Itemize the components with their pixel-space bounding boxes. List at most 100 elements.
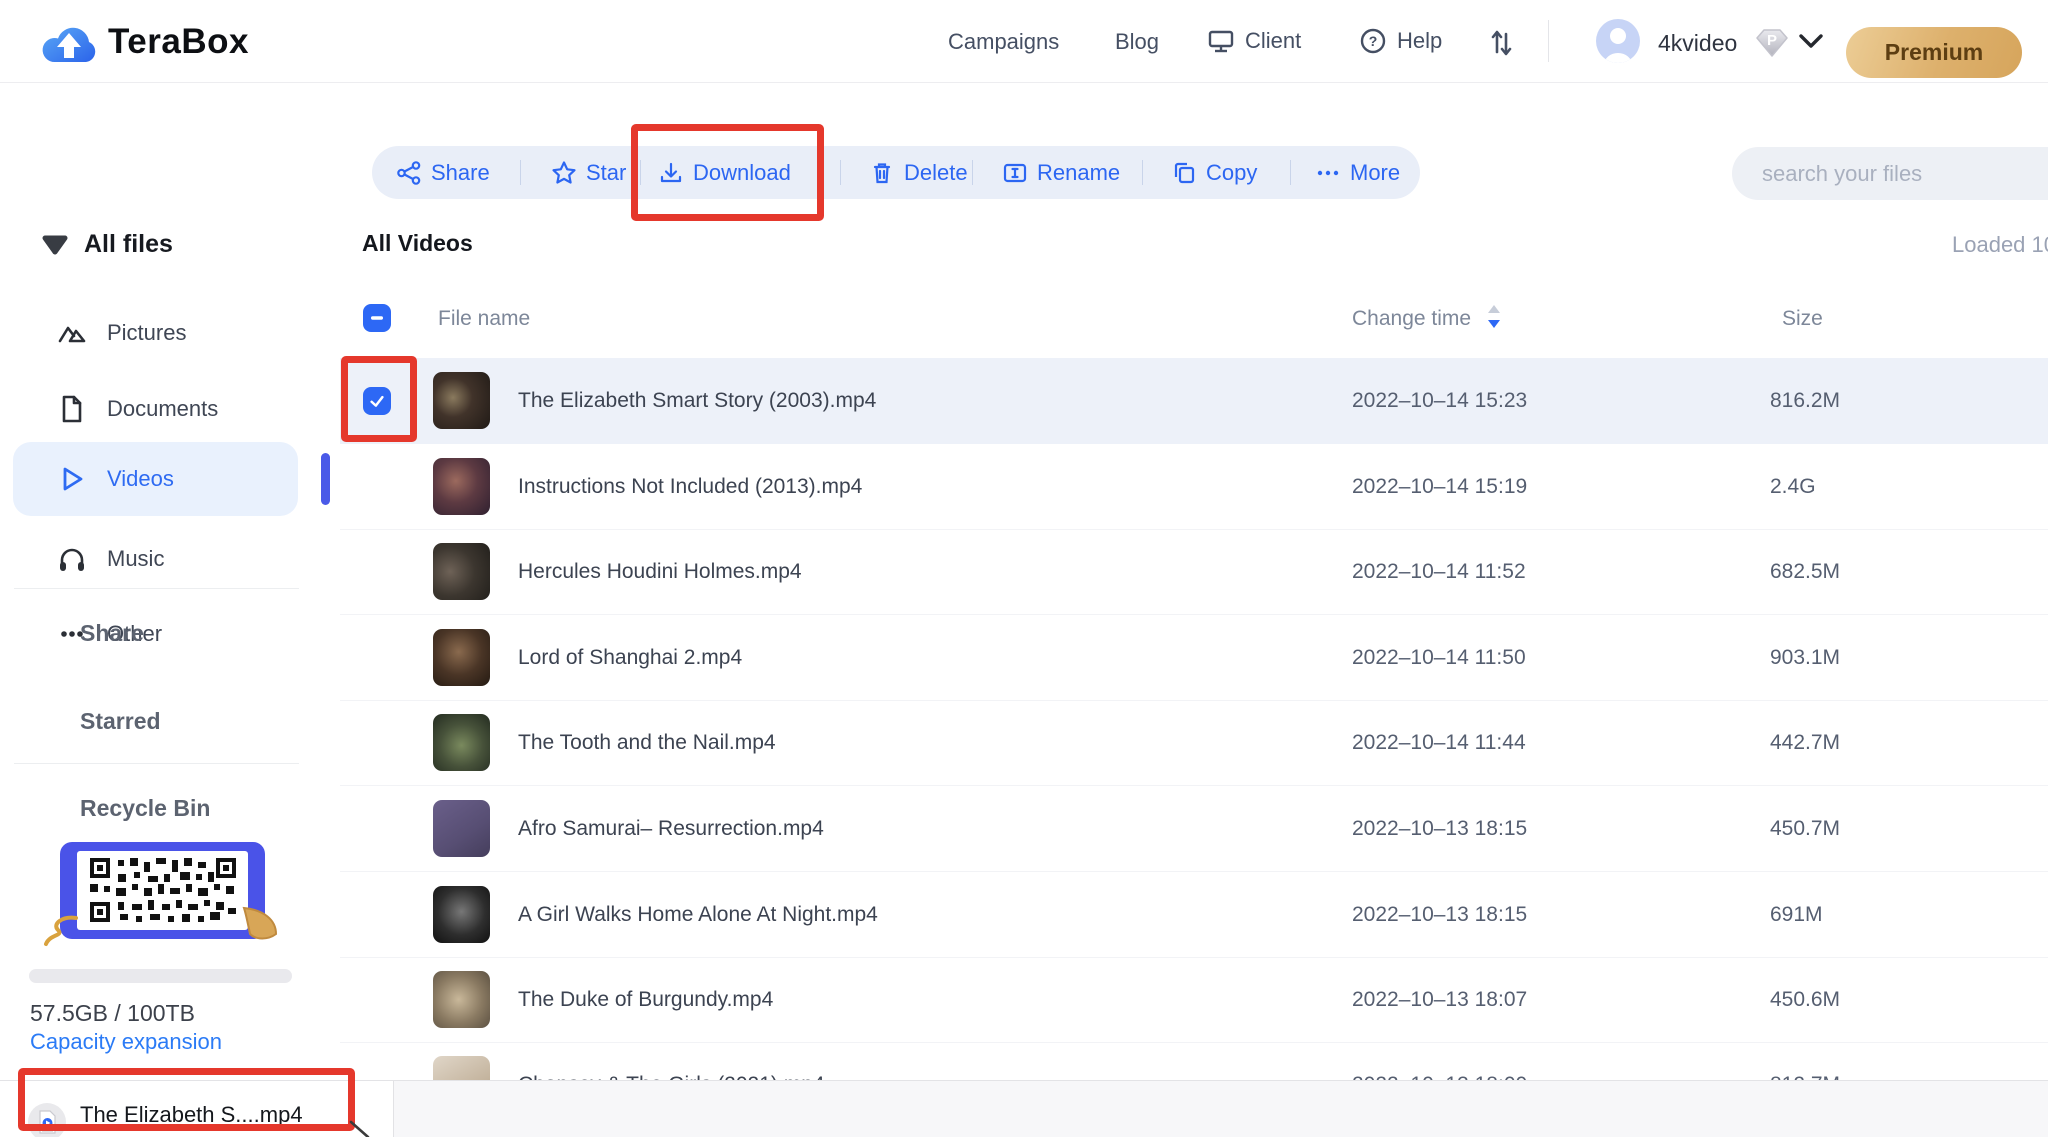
toolbar-divider [840, 160, 841, 185]
file-size: 450.6M [1770, 957, 1840, 1043]
premium-badge-icon: P [1754, 24, 1790, 60]
indeterminate-icon [369, 310, 385, 326]
table-row[interactable]: Chansey & The Girls (2021).mp4 2022–10–1… [340, 1042, 2048, 1080]
sidebar-divider-1 [14, 588, 299, 589]
rename-icon [1002, 160, 1028, 186]
column-file-name[interactable]: File name [438, 307, 530, 331]
sidebar-item-documents[interactable]: Documents [57, 394, 218, 424]
file-name[interactable]: Hercules Houdini Holmes.mp4 [518, 529, 802, 615]
nav-campaigns[interactable]: Campaigns [948, 29, 1059, 55]
pictures-label: Pictures [107, 320, 186, 346]
file-name[interactable]: Afro Samurai– Resurrection.mp4 [518, 786, 824, 872]
row-checkbox-checked[interactable] [363, 387, 391, 415]
delete-button[interactable]: Delete [869, 146, 968, 199]
table-row[interactable]: Lord of Shanghai 2.mp4 2022–10–14 11:50 … [340, 615, 2048, 701]
sidebar-item-all-files[interactable]: All files [42, 230, 173, 259]
copy-label: Copy [1206, 160, 1257, 186]
qr-banner[interactable] [60, 842, 265, 939]
sidebar-item-starred[interactable]: Starred [80, 708, 161, 735]
nav-help[interactable]: ? Help [1358, 26, 1442, 56]
file-thumbnail [433, 714, 490, 771]
star-icon [551, 160, 577, 186]
more-label: More [1350, 160, 1400, 186]
table-row[interactable]: A Girl Walks Home Alone At Night.mp4 202… [340, 872, 2048, 958]
table-row[interactable]: Instructions Not Included (2013).mp4 202… [340, 444, 2048, 530]
copy-icon [1171, 160, 1197, 186]
table-row[interactable]: The Tooth and the Nail.mp4 2022–10–14 11… [340, 700, 2048, 786]
file-change-time: 2022–10–14 11:44 [1352, 700, 1526, 786]
nav-client[interactable]: Client [1206, 26, 1301, 56]
nav-help-label: Help [1397, 28, 1442, 54]
sidebar-item-share[interactable]: Share [80, 620, 144, 647]
terabox-logo-icon[interactable] [40, 20, 98, 65]
documents-icon [57, 394, 87, 424]
table-row[interactable]: Hercules Houdini Holmes.mp4 2022–10–14 1… [340, 529, 2048, 615]
brand-name[interactable]: TeraBox [108, 22, 249, 62]
star-label: Star [586, 160, 626, 186]
rename-button[interactable]: Rename [1002, 146, 1120, 199]
sidebar-item-videos[interactable]: Videos [57, 464, 174, 494]
file-change-time: 2022–10–14 15:23 [1352, 358, 1527, 444]
transfer-list-icon[interactable] [1486, 27, 1516, 57]
avatar[interactable] [1596, 19, 1640, 63]
downloading-file-icon [28, 1103, 66, 1137]
file-change-time: 2022–10–13 18:15 [1352, 786, 1527, 872]
column-size[interactable]: Size [1782, 307, 1823, 331]
video-file-icon [36, 1110, 58, 1134]
terabox-window: TeraBox Campaigns Blog Client ? Help [0, 0, 2048, 1137]
rename-label: Rename [1037, 160, 1120, 186]
file-thumbnail [433, 372, 490, 429]
download-icon [658, 160, 684, 186]
download-label: Download [693, 160, 791, 186]
top-bar: TeraBox Campaigns Blog Client ? Help [0, 0, 2048, 83]
sidebar-item-recycle-bin[interactable]: Recycle Bin [80, 795, 210, 822]
file-name[interactable]: The Duke of Burgundy.mp4 [518, 957, 773, 1043]
nav-blog[interactable]: Blog [1115, 29, 1159, 55]
sidebar: All files Pictures Documents [0, 82, 340, 1080]
share-button[interactable]: Share [396, 146, 490, 199]
file-thumbnail [433, 800, 490, 857]
copy-button[interactable]: Copy [1171, 146, 1257, 199]
table-row[interactable]: Afro Samurai– Resurrection.mp4 2022–10–1… [340, 786, 2048, 872]
file-thumbnail [433, 971, 490, 1028]
table-row[interactable]: The Duke of Burgundy.mp4 2022–10–13 18:0… [340, 957, 2048, 1043]
sidebar-item-pictures[interactable]: Pictures [57, 318, 186, 348]
file-name[interactable]: Chansey & The Girls (2021).mp4 [518, 1042, 825, 1080]
premium-button[interactable]: Premium [1846, 27, 2022, 78]
all-files-label: All files [84, 230, 173, 259]
username[interactable]: 4kvideo [1658, 30, 1737, 57]
file-name[interactable]: The Tooth and the Nail.mp4 [518, 700, 776, 786]
file-thumbnail [433, 1056, 490, 1080]
file-name[interactable]: Lord of Shanghai 2.mp4 [518, 615, 742, 701]
check-icon [367, 391, 387, 411]
file-size: 691M [1770, 872, 1823, 958]
help-icon: ? [1358, 26, 1388, 56]
videos-icon [57, 464, 87, 494]
chevron-down-icon[interactable] [1798, 32, 1824, 50]
file-list: The Elizabeth Smart Story (2003).mp4 202… [340, 358, 2048, 1080]
select-all-checkbox[interactable] [363, 304, 391, 332]
file-name[interactable]: Instructions Not Included (2013).mp4 [518, 444, 862, 530]
file-change-time: 2022–10–14 15:19 [1352, 444, 1527, 530]
more-button[interactable]: More [1315, 146, 1400, 199]
file-size: 2.4G [1770, 444, 1816, 530]
sidebar-item-music[interactable]: Music [57, 544, 164, 574]
svg-text:?: ? [1369, 33, 1378, 49]
capacity-expansion-link[interactable]: Capacity expansion [30, 1029, 222, 1055]
downloading-file-name[interactable]: The Elizabeth S....mp4 [80, 1102, 303, 1128]
search-input[interactable] [1760, 146, 2048, 201]
file-change-time: 2022–10–14 11:52 [1352, 529, 1526, 615]
cursor-artifact [348, 1120, 370, 1137]
sidebar-divider-2 [14, 763, 299, 764]
column-change-time[interactable]: Change time [1352, 307, 1471, 331]
gold-horn-icon [238, 900, 282, 944]
gold-ribbon-icon [42, 914, 82, 950]
nav-client-label: Client [1245, 28, 1301, 54]
sort-arrows-icon[interactable] [1486, 303, 1502, 333]
file-name[interactable]: The Elizabeth Smart Story (2003).mp4 [518, 358, 876, 444]
file-thumbnail [433, 629, 490, 686]
table-row[interactable]: The Elizabeth Smart Story (2003).mp4 202… [340, 358, 2048, 444]
file-name[interactable]: A Girl Walks Home Alone At Night.mp4 [518, 872, 878, 958]
download-button[interactable]: Download [658, 146, 791, 199]
star-button[interactable]: Star [551, 146, 626, 199]
